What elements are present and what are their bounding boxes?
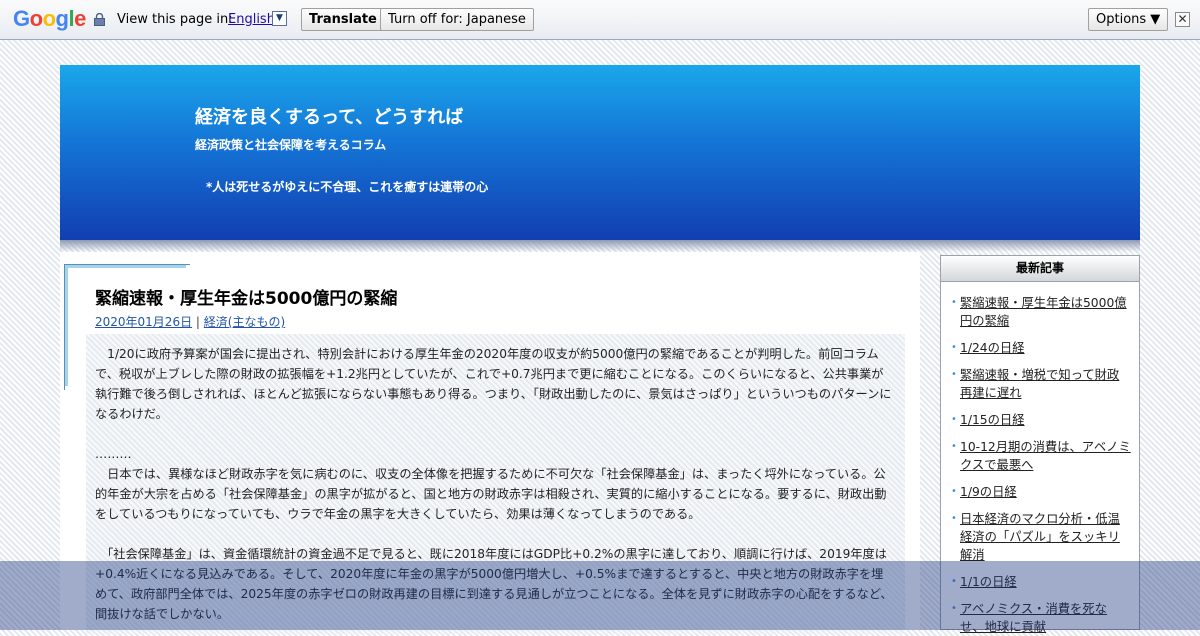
recent-post-item: 1/15の日経 — [951, 411, 1131, 429]
turn-off-button[interactable]: Turn off for: Japanese — [380, 8, 534, 31]
close-icon[interactable]: ✕ — [1175, 12, 1190, 27]
site-description: 経済政策と社会保障を考えるコラム — [195, 138, 387, 152]
recent-post-link[interactable]: 緊縮速報・厚生年金は5000億円の緊縮 — [960, 296, 1127, 328]
recent-post-link[interactable]: 日本経済のマクロ分析・低温経済の「パズル」をスッキリ解消 — [960, 512, 1120, 562]
recent-post-link[interactable]: 1/24の日経 — [960, 341, 1025, 355]
header-shadow — [60, 240, 1140, 252]
site-header: 経済を良くするって、どうすれば 経済政策と社会保障を考えるコラム *人は死せるが… — [60, 65, 1140, 240]
meta-separator: | — [195, 315, 200, 329]
recent-post-item: 1/24の日経 — [951, 339, 1131, 357]
options-button[interactable]: Options ▼ — [1088, 8, 1169, 31]
recent-post-item: 緊縮速報・増税で知って財政再建に遅れ — [951, 366, 1131, 402]
post-paragraph: 日本では、異様なほど財政赤字を気に病むのに、収支の全体像を把握するために不可欠な… — [95, 467, 887, 521]
recent-post-link[interactable]: 1/15の日経 — [960, 413, 1025, 427]
recent-post-link[interactable]: 緊縮速報・増税で知って財政再建に遅れ — [960, 368, 1119, 400]
bottom-overlay — [0, 561, 1200, 630]
post-ellipsis: ……… — [95, 447, 132, 461]
recent-post-item: 緊縮速報・厚生年金は5000億円の緊縮 — [951, 294, 1131, 330]
view-page-label: View this page in: — [117, 12, 233, 27]
post-category-link[interactable]: 経済(主なもの) — [204, 315, 285, 329]
recent-post-item: 1/9の日経 — [951, 483, 1131, 501]
translate-bar: Google View this page in: English ▼ Tran… — [0, 0, 1200, 40]
post-date-link[interactable]: 2020年01月26日 — [95, 315, 192, 329]
google-logo: Google — [13, 6, 86, 31]
translate-button[interactable]: Translate — [301, 8, 385, 31]
site-motto: *人は死せるがゆえに不合理、これを癒すは連帯の心 — [206, 180, 489, 194]
post-paragraph: 1/20に政府予算案が国会に提出され、特別会計における厚生年金の2020年度の収… — [95, 347, 892, 421]
recent-post-link[interactable]: 10-12月期の消費は、アベノミクスで最悪へ — [960, 440, 1131, 472]
post-title: 緊縮速報・厚生年金は5000億円の緊縮 — [95, 289, 398, 309]
sidebar-heading: 最新記事 — [941, 256, 1139, 282]
dropdown-arrow-icon[interactable]: ▼ — [272, 11, 287, 26]
post-meta: 2020年01月26日 | 経済(主なもの) — [95, 313, 285, 330]
lock-icon — [94, 13, 105, 26]
language-select[interactable]: English — [228, 12, 275, 27]
site-title[interactable]: 経済を良くするって、どうすれば — [195, 103, 463, 129]
recent-post-item: 10-12月期の消費は、アベノミクスで最悪へ — [951, 438, 1131, 474]
recent-post-link[interactable]: 1/9の日経 — [960, 485, 1017, 499]
recent-post-item: 日本経済のマクロ分析・低温経済の「パズル」をスッキリ解消 — [951, 510, 1131, 564]
